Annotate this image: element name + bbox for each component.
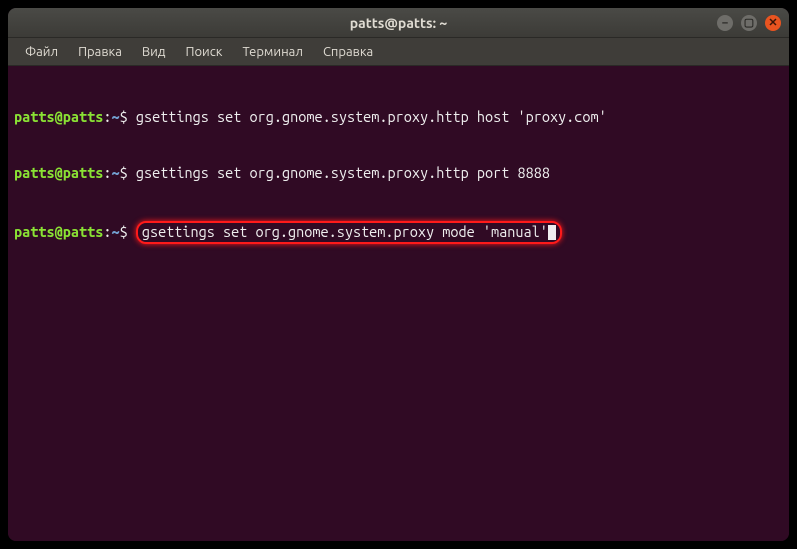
command-text: gsettings set org.gnome.system.proxy.htt…	[128, 108, 607, 125]
prompt-path: ~	[111, 164, 119, 181]
window-title: patts@patts: ~	[350, 15, 448, 31]
menu-view[interactable]: Вид	[133, 41, 175, 63]
maximize-button[interactable]: ▢	[741, 15, 757, 31]
prompt-sigil: $	[120, 223, 128, 240]
prompt-userhost: patts@patts	[14, 223, 103, 240]
menubar: Файл Правка Вид Поиск Терминал Справка	[8, 38, 789, 66]
menu-search[interactable]: Поиск	[176, 41, 231, 63]
titlebar: patts@patts: ~ – ▢ ✕	[8, 8, 789, 38]
terminal-line: patts@patts:~$ gsettings set org.gnome.s…	[14, 164, 783, 183]
prompt-userhost: patts@patts	[14, 164, 103, 181]
window-controls: – ▢ ✕	[717, 15, 781, 31]
cursor-icon	[548, 225, 556, 240]
terminal-body[interactable]: patts@patts:~$ gsettings set org.gnome.s…	[8, 66, 789, 541]
terminal-line: patts@patts:~$ gsettings set org.gnome.s…	[14, 108, 783, 127]
terminal-line: patts@patts:~$ gsettings set org.gnome.s…	[14, 221, 783, 244]
menu-help[interactable]: Справка	[314, 41, 382, 63]
minimize-icon: –	[722, 17, 728, 29]
maximize-icon: ▢	[744, 16, 754, 29]
close-button[interactable]: ✕	[765, 15, 781, 31]
close-icon: ✕	[768, 16, 777, 29]
prompt-path: ~	[111, 108, 119, 125]
prompt-sigil: $	[120, 108, 128, 125]
prompt-sigil: $	[120, 164, 128, 181]
minimize-button[interactable]: –	[717, 15, 733, 31]
terminal-window: patts@patts: ~ – ▢ ✕ Файл Правка Вид Пои…	[8, 8, 789, 541]
prompt-userhost: patts@patts	[14, 108, 103, 125]
prompt-path: ~	[111, 223, 119, 240]
command-text: gsettings set org.gnome.system.proxy.htt…	[128, 164, 550, 181]
menu-terminal[interactable]: Терминал	[233, 41, 311, 63]
highlighted-command: gsettings set org.gnome.system.proxy mod…	[136, 221, 562, 244]
command-text: gsettings set org.gnome.system.proxy mod…	[128, 223, 562, 240]
menu-edit[interactable]: Правка	[69, 41, 131, 63]
menu-file[interactable]: Файл	[16, 41, 67, 63]
